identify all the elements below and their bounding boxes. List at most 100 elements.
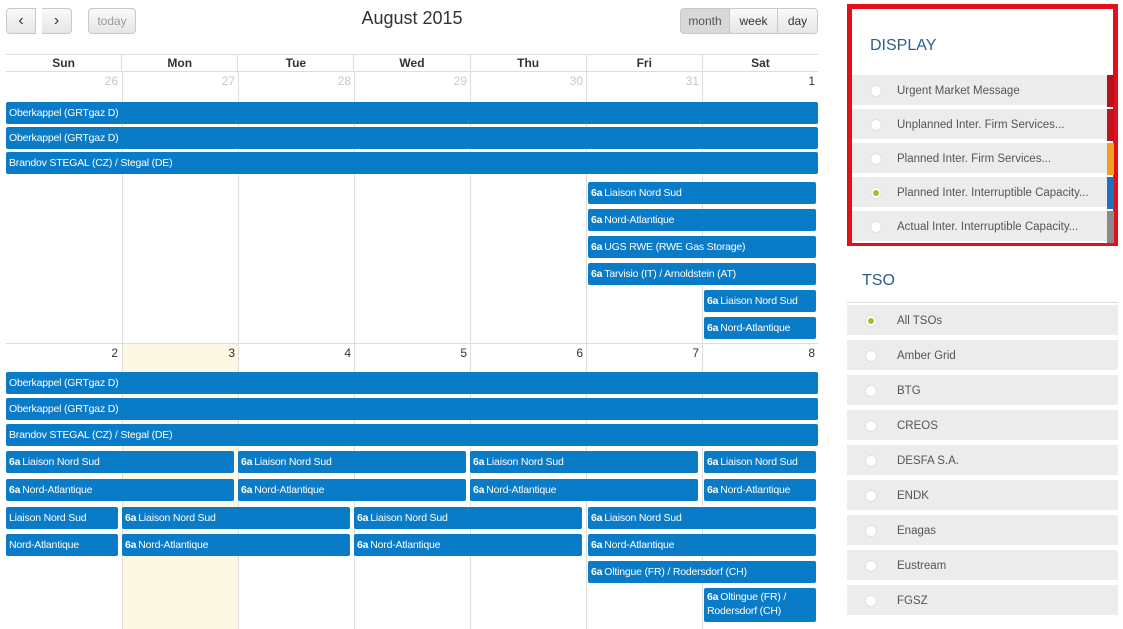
- tso-item[interactable]: CREOS: [847, 410, 1118, 442]
- next-month-button[interactable]: ›: [42, 8, 72, 34]
- radio-button[interactable]: [865, 455, 877, 467]
- calendar-event[interactable]: 6a Liaison Nord Sud: [354, 507, 582, 529]
- radio-button[interactable]: [870, 119, 882, 131]
- calendar-event[interactable]: Oberkappel (GRTgaz D): [6, 127, 818, 149]
- calendar-event[interactable]: Brandov STEGAL (CZ) / Stegal (DE): [6, 424, 818, 446]
- tso-item-label: DESFA S.A.: [897, 455, 959, 467]
- day-number: 31: [685, 74, 699, 88]
- calendar-event[interactable]: 6a Liaison Nord Sud: [470, 451, 698, 473]
- calendar-event[interactable]: 6a Nord-Atlantique: [122, 534, 350, 556]
- calendar-event[interactable]: Brandov STEGAL (CZ) / Stegal (DE): [6, 152, 818, 174]
- event-prefix: 6a: [9, 456, 21, 468]
- event-prefix: 6a: [591, 268, 603, 280]
- calendar-event[interactable]: 6a Nord-Atlantique: [704, 317, 816, 339]
- calendar-event[interactable]: 6a Nord-Atlantique: [238, 479, 466, 501]
- today-button[interactable]: today: [88, 8, 136, 34]
- calendar-event[interactable]: Oberkappel (GRTgaz D): [6, 372, 818, 394]
- week-view-button[interactable]: week: [730, 8, 778, 34]
- dow-wed: Wed: [353, 55, 469, 71]
- event-prefix: 6a: [125, 539, 137, 551]
- radio-button[interactable]: [870, 85, 882, 97]
- radio-button-selected[interactable]: [865, 315, 877, 327]
- calendar-event[interactable]: 6a Oltingue (FR) / Rodersdorf (CH): [704, 588, 816, 622]
- dow-fri: Fri: [585, 55, 702, 71]
- calendar-event[interactable]: Oberkappel (GRTgaz D): [6, 102, 818, 124]
- calendar-event[interactable]: 6a Nord-Atlantique: [354, 534, 582, 556]
- event-prefix: 6a: [591, 539, 603, 551]
- calendar-event[interactable]: 6a Liaison Nord Sud: [6, 451, 234, 473]
- calendar-event[interactable]: 6a UGS RWE (RWE Gas Storage): [588, 236, 816, 258]
- calendar-event[interactable]: 6a Liaison Nord Sud: [704, 290, 816, 312]
- day-number: 1: [808, 74, 815, 88]
- calendar-event[interactable]: 6a Nord-Atlantique: [6, 479, 234, 501]
- display-item-planned-firm[interactable]: Planned Inter. Firm Services...: [852, 143, 1114, 175]
- radio-button[interactable]: [865, 490, 877, 502]
- radio-button[interactable]: [865, 420, 877, 432]
- event-prefix: 6a: [707, 484, 719, 496]
- calendar-event[interactable]: 6a Tarvisio (IT) / Arnoldstein (AT): [588, 263, 816, 285]
- event-prefix: 6a: [591, 512, 603, 524]
- radio-button[interactable]: [865, 595, 877, 607]
- tso-item[interactable]: Enagas: [847, 515, 1118, 547]
- tso-item[interactable]: Amber Grid: [847, 340, 1118, 372]
- display-item-unplanned-firm[interactable]: Unplanned Inter. Firm Services...: [852, 109, 1114, 141]
- prev-month-button[interactable]: ‹: [6, 8, 36, 34]
- calendar-event[interactable]: 6a Nord-Atlantique: [470, 479, 698, 501]
- calendar-event[interactable]: 6a Liaison Nord Sud: [704, 451, 816, 473]
- calendar-week-1: 26 27 28 29 30 31 1 Oberkappel (GRTgaz D…: [6, 72, 818, 344]
- tso-item-all[interactable]: All TSOs: [847, 305, 1118, 337]
- radio-button[interactable]: [865, 560, 877, 572]
- tso-item-label: FGSZ: [897, 595, 928, 607]
- month-view-button[interactable]: month: [680, 8, 730, 34]
- display-item-planned-interruptible[interactable]: Planned Inter. Interruptible Capacity...: [852, 177, 1114, 209]
- calendar-event[interactable]: 6a Liaison Nord Sud: [588, 182, 816, 204]
- tso-item[interactable]: BTG: [847, 375, 1118, 407]
- calendar-event[interactable]: 6a Liaison Nord Sud: [122, 507, 350, 529]
- event-prefix: 6a: [707, 591, 719, 603]
- radio-button[interactable]: [865, 350, 877, 362]
- event-prefix: 6a: [473, 484, 485, 496]
- day-number: 29: [453, 74, 467, 88]
- radio-button-selected[interactable]: [870, 187, 882, 199]
- calendar-event[interactable]: 6a Liaison Nord Sud: [238, 451, 466, 473]
- display-item-label: Actual Inter. Interruptible Capacity...: [897, 221, 1079, 233]
- radio-button[interactable]: [870, 153, 882, 165]
- radio-button[interactable]: [865, 385, 877, 397]
- calendar-event[interactable]: 6a Nord-Atlantique: [704, 479, 816, 501]
- event-prefix: 6a: [591, 241, 603, 253]
- tso-item[interactable]: ENDK: [847, 480, 1118, 512]
- calendar-event[interactable]: Oberkappel (GRTgaz D): [6, 398, 818, 420]
- color-swatch: [1107, 177, 1114, 209]
- event-prefix: 6a: [357, 512, 369, 524]
- calendar-week-2: 2 3 4 5 6 7 8 Oberkappel (GRTgaz D) Ober…: [6, 344, 818, 629]
- event-prefix: 6a: [707, 322, 719, 334]
- day-number: 30: [569, 74, 583, 88]
- radio-button[interactable]: [870, 221, 882, 233]
- calendar: ‹ › today August 2015 month week day Sun…: [0, 0, 822, 629]
- event-prefix: 6a: [591, 214, 603, 226]
- calendar-event[interactable]: Nord-Atlantique: [6, 534, 118, 556]
- tso-item-label: Amber Grid: [897, 350, 956, 362]
- day-number: 8: [808, 346, 815, 360]
- day-number: 5: [460, 346, 467, 360]
- day-number: 4: [344, 346, 351, 360]
- calendar-event[interactable]: 6a Nord-Atlantique: [588, 209, 816, 231]
- calendar-event[interactable]: Liaison Nord Sud: [6, 507, 118, 529]
- tso-item[interactable]: DESFA S.A.: [847, 445, 1118, 477]
- event-prefix: 6a: [707, 456, 719, 468]
- tso-item[interactable]: Eustream: [847, 550, 1118, 582]
- radio-button[interactable]: [865, 525, 877, 537]
- display-item-label: Planned Inter. Firm Services...: [897, 153, 1052, 165]
- tso-item[interactable]: FGSZ: [847, 585, 1118, 617]
- color-swatch: [1107, 75, 1114, 107]
- calendar-event[interactable]: 6a Oltingue (FR) / Rodersdorf (CH): [588, 561, 816, 583]
- day-view-button[interactable]: day: [778, 8, 818, 34]
- color-swatch: [1107, 143, 1114, 175]
- display-item-urgent[interactable]: Urgent Market Message: [852, 75, 1114, 107]
- event-prefix: 6a: [241, 456, 253, 468]
- calendar-event[interactable]: 6a Liaison Nord Sud: [588, 507, 816, 529]
- calendar-event[interactable]: 6a Nord-Atlantique: [588, 534, 816, 556]
- event-prefix: 6a: [241, 484, 253, 496]
- event-prefix: 6a: [9, 484, 21, 496]
- display-item-actual-interruptible[interactable]: Actual Inter. Interruptible Capacity...: [852, 211, 1114, 243]
